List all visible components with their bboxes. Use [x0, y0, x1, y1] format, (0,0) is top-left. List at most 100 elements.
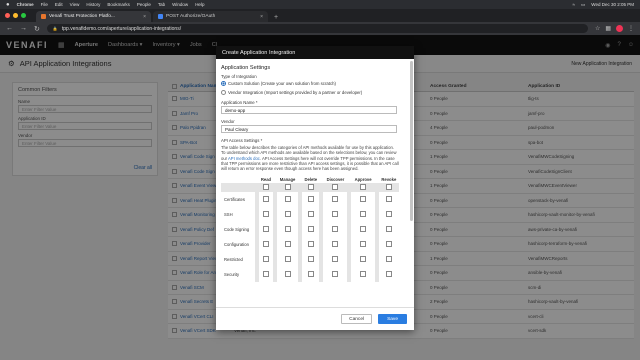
perm-read-checkbox[interactable]	[259, 252, 273, 267]
menu-window[interactable]: Window	[172, 2, 188, 7]
perm-header-blank	[221, 175, 255, 183]
cancel-button[interactable]: Cancel	[341, 314, 373, 324]
save-button[interactable]: Save	[378, 314, 407, 324]
api-access-settings-label: API Access Settings *	[221, 138, 263, 143]
radio-selected-icon[interactable]	[221, 81, 226, 86]
perm-read-checkbox[interactable]	[259, 222, 273, 237]
perm-discover-checkbox[interactable]	[323, 252, 347, 267]
perm-discover-checkbox[interactable]	[323, 237, 347, 252]
perm-discover-checkbox[interactable]	[323, 207, 347, 222]
perm-manage-checkbox[interactable]	[277, 207, 298, 222]
perm-revoke-checkbox[interactable]	[379, 192, 399, 207]
menu-file[interactable]: File	[41, 2, 48, 7]
modal-scrollbar[interactable]	[410, 61, 413, 221]
perm-approve-checkbox[interactable]	[351, 192, 374, 207]
forward-icon[interactable]: →	[20, 25, 27, 32]
menu-people[interactable]: People	[137, 2, 151, 7]
close-tab-icon[interactable]: ×	[143, 14, 146, 20]
lock-icon[interactable]: 🔒	[53, 26, 58, 31]
radio-unselected-icon[interactable]	[221, 90, 226, 95]
select-all-manage-checkbox[interactable]	[276, 183, 299, 193]
perm-approve-checkbox[interactable]	[351, 252, 374, 267]
perm-manage-checkbox[interactable]	[277, 267, 298, 282]
perm-select-all-row	[221, 183, 399, 193]
url-text[interactable]: tpp.venafidemo.com/aperture/application-…	[62, 26, 181, 32]
perm-read-checkbox[interactable]	[259, 237, 273, 252]
perm-revoke-checkbox[interactable]	[379, 267, 399, 282]
wifi-icon[interactable]: ≈	[573, 2, 575, 7]
perm-row-security: Security	[221, 267, 399, 283]
menu-edit[interactable]: Edit	[55, 2, 63, 7]
perm-row-code-signing: Code Signing	[221, 222, 399, 238]
perm-delete-checkbox[interactable]	[302, 192, 319, 207]
perm-manage-checkbox[interactable]	[277, 237, 298, 252]
perm-delete-checkbox[interactable]	[302, 222, 319, 237]
radio-vendor-label[interactable]: Vendor Integration (Import settings prov…	[228, 90, 362, 95]
select-all-read-checkbox[interactable]	[259, 183, 273, 193]
perm-discover-checkbox[interactable]	[323, 192, 347, 207]
url-bar[interactable]: 🔒 tpp.venafidemo.com/aperture/applicatio…	[46, 24, 588, 33]
perm-revoke-checkbox[interactable]	[379, 207, 399, 222]
radio-custom-solution[interactable]: Custom Solution (Create your own solutio…	[221, 81, 407, 86]
menu-clock[interactable]: Wed Dec 30 2:05 PM	[591, 2, 634, 7]
extensions-icon[interactable]: ▦	[605, 25, 611, 32]
browser-tab-venafi[interactable]: Venafi Trust Protection Platfo... ×	[36, 11, 151, 22]
kebab-menu-icon[interactable]: ⋮	[628, 25, 634, 32]
menu-app-name[interactable]: Chrome	[17, 2, 34, 7]
select-all-delete-checkbox[interactable]	[302, 183, 320, 193]
perm-delete-checkbox[interactable]	[302, 207, 319, 222]
menu-help[interactable]: Help	[195, 2, 204, 7]
perm-read-checkbox[interactable]	[259, 192, 273, 207]
vendor-input[interactable]: Paul Cleary	[221, 125, 397, 133]
perm-delete-checkbox[interactable]	[302, 252, 319, 267]
profile-avatar[interactable]	[616, 25, 623, 32]
close-tab-icon[interactable]: ×	[260, 14, 263, 20]
radio-custom-label[interactable]: Custom Solution (Create your own solutio…	[228, 81, 336, 86]
perm-revoke-checkbox[interactable]	[379, 252, 399, 267]
perm-revoke-checkbox[interactable]	[379, 222, 399, 237]
star-icon[interactable]: ☆	[595, 25, 600, 32]
api-methods-doc-link[interactable]: API methods doc	[228, 156, 260, 161]
zoom-window-icon[interactable]	[21, 13, 26, 18]
back-icon[interactable]: ←	[6, 25, 13, 32]
select-all-revoke-checkbox[interactable]	[378, 183, 399, 193]
perm-row-certificates: Certificates	[221, 192, 399, 208]
minimize-window-icon[interactable]	[13, 13, 18, 18]
modal-header: Create Application Integration	[216, 46, 414, 59]
perm-approve-checkbox[interactable]	[351, 222, 374, 237]
select-all-approve-checkbox[interactable]	[351, 183, 375, 193]
select-all-discover-checkbox[interactable]	[323, 183, 348, 193]
new-tab-icon[interactable]: +	[270, 14, 282, 22]
perm-row-label: Certificates	[224, 197, 245, 203]
perm-discover-checkbox[interactable]	[323, 267, 347, 282]
perm-approve-checkbox[interactable]	[351, 267, 374, 282]
perm-select-all-label	[221, 183, 255, 193]
perm-read-checkbox[interactable]	[259, 207, 273, 222]
perm-discover-checkbox[interactable]	[323, 222, 347, 237]
radio-vendor-integration[interactable]: Vendor Integration (Import settings prov…	[221, 90, 407, 95]
modal-body[interactable]: Application Settings Type of Integration…	[216, 59, 414, 307]
apple-icon[interactable]: ●	[6, 2, 10, 8]
perm-delete-checkbox[interactable]	[302, 267, 319, 282]
perm-approve-checkbox[interactable]	[351, 237, 374, 252]
perm-manage-checkbox[interactable]	[277, 222, 298, 237]
menu-tab[interactable]: Tab	[158, 2, 165, 7]
perm-read-checkbox[interactable]	[259, 267, 273, 282]
create-application-integration-modal: Create Application Integration Applicati…	[216, 46, 414, 330]
type-of-integration-label: Type of Integration	[221, 74, 257, 79]
menu-view[interactable]: View	[70, 2, 80, 7]
application-name-input[interactable]: demo-app	[221, 106, 397, 114]
menu-bookmarks[interactable]: Bookmarks	[107, 2, 130, 7]
menu-history[interactable]: History	[86, 2, 100, 7]
perm-delete-checkbox[interactable]	[302, 237, 319, 252]
close-window-icon[interactable]	[5, 13, 10, 18]
reload-icon[interactable]: ↻	[34, 25, 40, 33]
browser-tab-oauth[interactable]: POST Authorize/OAuth ×	[153, 11, 268, 22]
perm-header-discover: Discover	[326, 176, 345, 182]
perm-approve-checkbox[interactable]	[351, 207, 374, 222]
perm-manage-checkbox[interactable]	[277, 252, 298, 267]
perm-manage-checkbox[interactable]	[277, 192, 298, 207]
battery-icon[interactable]: ▭	[581, 2, 585, 8]
perm-revoke-checkbox[interactable]	[379, 237, 399, 252]
vendor-label: Vendor	[221, 119, 235, 124]
